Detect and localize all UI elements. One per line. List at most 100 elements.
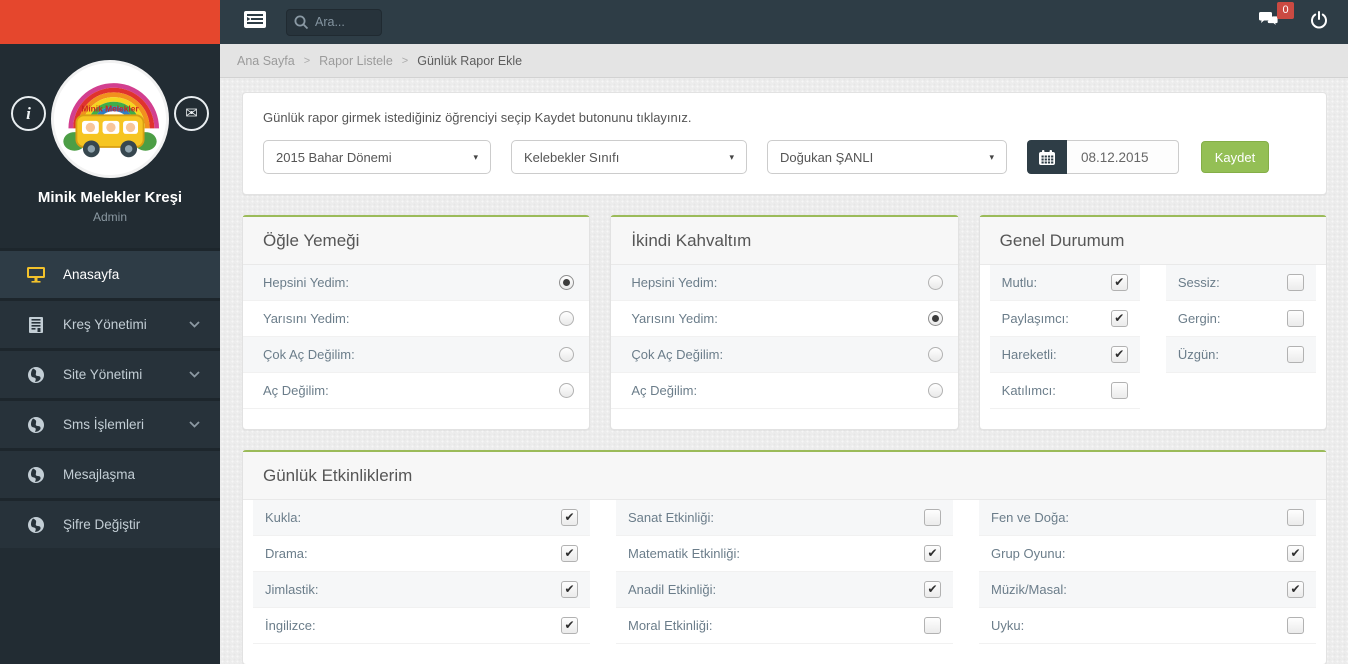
checkbox[interactable] (1287, 509, 1304, 526)
option-label: Üzgün: (1177, 347, 1220, 362)
checkbox[interactable] (924, 617, 941, 634)
option-label: Aç Değilim: (263, 383, 329, 398)
option-label: Aç Değilim: (631, 383, 698, 398)
checkbox-row: Sanat Etkinliği: (616, 500, 953, 536)
checkbox-row: Paylaşımcı: (989, 301, 1140, 337)
option-label: Moral Etkinliği: (628, 618, 713, 633)
checkbox[interactable] (924, 509, 941, 526)
caret-down-icon: ▾ (729, 151, 734, 162)
checkbox[interactable] (1110, 346, 1128, 363)
option-label: Fen ve Doğa: (991, 510, 1070, 525)
chevron-down-icon (189, 421, 200, 428)
checkbox[interactable] (1287, 274, 1304, 291)
message-count-badge: 0 (1277, 2, 1294, 19)
snack-panel: İkindi Kahvaltım Hepsini Yedim: Yarısını… (610, 215, 959, 430)
checkbox[interactable] (1287, 346, 1304, 363)
globe-icon (25, 516, 47, 533)
mail-button[interactable]: ✉ (174, 96, 209, 131)
panel-title: Günlük Etkinliklerim (263, 466, 413, 485)
calendar-icon[interactable] (1027, 140, 1067, 174)
checkbox[interactable] (561, 617, 578, 634)
checkbox[interactable] (561, 509, 578, 526)
save-button[interactable]: Kaydet (1201, 141, 1269, 173)
option-label: Anadil Etkinliği: (628, 582, 717, 597)
sidebar-item-label: Site Yönetimi (63, 367, 143, 382)
panel-title: İkindi Kahvaltım (631, 231, 752, 250)
class-select[interactable]: Kelebekler Sınıfı ▾ (511, 140, 747, 174)
checkbox-row: Matematik Etkinliği: (616, 536, 953, 572)
radio-button[interactable] (927, 311, 943, 326)
radio-row: Çok Aç Değilim: (243, 337, 590, 373)
report-form-card: Günlük rapor girmek istediğiniz öğrenciy… (242, 92, 1327, 195)
mood-panel: Genel Durumum Mutlu: Paylaşımcı: Hareket… (978, 215, 1327, 430)
checkbox[interactable] (924, 581, 941, 598)
lunch-panel: Öğle Yemeği Hepsini Yedim: Yarısını Yedi… (242, 215, 591, 430)
sidebar-item-sifre-degistir[interactable]: Şifre Değiştir (0, 498, 220, 548)
option-label: Gergin: (1177, 311, 1221, 326)
student-select[interactable]: Doğukan ŞANLI ▾ (767, 140, 1007, 174)
radio-button[interactable] (927, 275, 943, 290)
option-label: Hepsini Yedim: (263, 275, 349, 290)
radio-button[interactable] (927, 383, 943, 398)
checkbox[interactable] (1287, 310, 1304, 327)
term-select[interactable]: 2015 Bahar Dönemi ▾ (263, 140, 491, 174)
checkbox[interactable] (1287, 617, 1304, 634)
user-role: Admin (92, 210, 127, 224)
breadcrumb-ana-sayfa[interactable]: Ana Sayfa (237, 54, 295, 68)
checkbox[interactable] (1287, 581, 1304, 598)
checkbox-row: Mutlu: (989, 265, 1140, 301)
checkbox[interactable] (1110, 310, 1128, 327)
checkbox-row: Anadil Etkinliği: (616, 572, 953, 608)
checkbox-row: Kukla: (253, 500, 590, 536)
sidebar-item-sms-islemleri[interactable]: Sms İşlemleri (0, 398, 220, 448)
globe-icon (25, 466, 47, 483)
checkbox[interactable] (561, 581, 578, 598)
option-label: Hareketli: (1001, 347, 1057, 362)
profile-section: i Minik Melekler ✉ Minik Melekler Kreşi … (0, 44, 220, 236)
sidebar-item-label: Anasayfa (63, 267, 120, 282)
option-label: Müzik/Masal: (991, 582, 1067, 597)
option-label: Mutlu: (1001, 275, 1038, 290)
date-input[interactable] (1067, 140, 1179, 174)
menu-toggle-icon (244, 11, 266, 33)
panel-title: Genel Durumum (999, 231, 1125, 250)
sidebar-item-label: Sms İşlemleri (63, 417, 145, 432)
info-icon: i (26, 103, 31, 123)
sidebar-item-anasayfa[interactable]: Anasayfa (0, 248, 220, 298)
sidebar-item-mesajlasma[interactable]: Mesajlaşma (0, 448, 220, 498)
checkbox[interactable] (1287, 545, 1304, 562)
radio-button[interactable] (927, 347, 943, 362)
school-name: Minik Melekler Kreşi (37, 189, 183, 206)
logo-block[interactable] (0, 0, 220, 44)
sidebar-item-site-yonetimi[interactable]: Site Yönetimi (0, 348, 220, 398)
radio-row: Aç Değilim: (243, 373, 590, 409)
date-picker-group (1027, 140, 1179, 174)
activities-panel: Günlük Etkinliklerim Kukla: Drama: Jimla… (242, 450, 1327, 664)
checkbox[interactable] (924, 545, 941, 562)
checkbox[interactable] (561, 545, 578, 562)
option-label: Yarısını Yedim: (631, 311, 718, 326)
checkbox[interactable] (1110, 274, 1128, 291)
caret-down-icon: ▾ (989, 151, 994, 162)
option-label: Kukla: (265, 510, 302, 525)
checkbox[interactable] (1110, 382, 1128, 399)
radio-button[interactable] (559, 347, 575, 362)
logout-button[interactable] (1310, 10, 1328, 34)
main-area: Ana Sayfa > Rapor Listele > Günlük Rapor… (220, 44, 1348, 664)
messages-button[interactable]: 0 (1258, 2, 1294, 33)
radio-button[interactable] (559, 383, 575, 398)
option-label: İngilizce: (265, 618, 316, 633)
caret-down-icon: ▾ (473, 151, 478, 162)
sidebar: i Minik Melekler ✉ Minik Melekler Kreşi … (0, 44, 220, 664)
sidebar-toggle-button[interactable] (244, 11, 266, 33)
info-button[interactable]: i (11, 96, 46, 131)
breadcrumb: Ana Sayfa > Rapor Listele > Günlük Rapor… (220, 44, 1348, 78)
radio-row: Hepsini Yedim: (243, 265, 590, 301)
radio-button[interactable] (559, 275, 575, 290)
sidebar-item-kres-yonetimi[interactable]: Kreş Yönetimi (0, 298, 220, 348)
option-label: Çok Aç Değilim: (263, 347, 355, 362)
student-select-value: Doğukan ŞANLI (780, 149, 874, 165)
building-icon (25, 316, 47, 333)
radio-button[interactable] (559, 311, 575, 326)
breadcrumb-rapor-listele[interactable]: Rapor Listele (319, 54, 393, 68)
